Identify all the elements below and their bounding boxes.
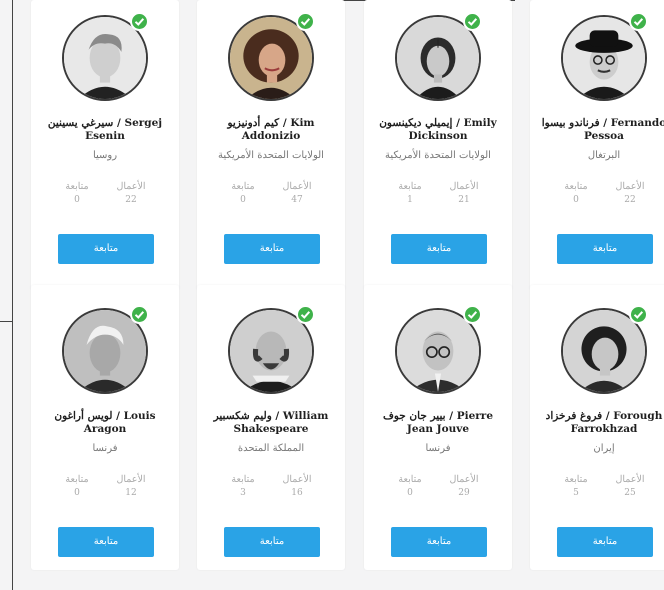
verified-check-icon [629,12,648,31]
works-count: 25 [624,488,636,498]
followers-label: متابعة [65,181,89,192]
works-stat: الأعمال 16 [275,473,319,500]
followers-stat: متابعة 0 [221,180,265,207]
poet-country: المملكة المتحدة [237,443,305,454]
poet-country: البرتغال [587,150,621,161]
follow-button[interactable]: متابعة [557,527,653,557]
poet-name[interactable]: فروغ فرخزاد / Forough Farrokhzad [536,410,664,436]
poet-name[interactable]: وليم شكسبير / William Shakespeare [203,410,339,436]
verified-check-icon [296,12,315,31]
poet-name[interactable]: لويس أراغون / Louis Aragon [37,410,173,436]
poet-name[interactable]: إيميلي ديكينسون / Emily Dickinson [370,117,506,143]
verified-check-icon [629,305,648,324]
poet-country: فرنسا [425,443,451,454]
follow-button[interactable]: متابعة [557,234,653,264]
followers-stat: متابعة 5 [554,473,598,500]
followers-count: 5 [573,488,579,498]
poet-name[interactable]: سيرغي يسينين / Sergej Esenin [37,117,173,143]
poet-name[interactable]: فرناندو بيسوا / Fernando Pessoa [536,117,664,143]
poet-name[interactable]: كيم أدونيزيو / Kim Addonizio [203,117,339,143]
follow-button[interactable]: متابعة [391,527,487,557]
poet-card[interactable]: فروغ فرخزاد / Forough Farrokhzad إيران ا… [530,285,664,570]
followers-count: 0 [573,195,579,205]
follow-button[interactable]: متابعة [224,234,320,264]
followers-count: 0 [74,195,80,205]
frame-line-left [12,0,13,321]
poet-card[interactable]: لويس أراغون / Louis Aragon فرنسا الأعمال… [31,285,179,570]
poet-country: الولايات المتحدة الأمريكية [218,150,324,161]
followers-label: متابعة [564,474,588,485]
poet-country: روسيا [92,150,118,161]
works-count: 47 [291,195,303,205]
works-label: الأعمال [282,474,312,485]
works-label: الأعمال [116,474,146,485]
poet-name[interactable]: بيير جان جوف / Pierre Jean Jouve [370,410,506,436]
works-label: الأعمال [615,474,645,485]
poet-country: الولايات المتحدة الأمريكية [385,150,491,161]
follow-button[interactable]: متابعة [58,234,154,264]
works-stat: الأعمال 21 [442,180,486,207]
works-label: الأعمال [449,181,479,192]
verified-check-icon [463,305,482,324]
works-count: 12 [125,488,137,498]
verified-check-icon [130,12,149,31]
frame-line-bottom-left [12,322,13,590]
works-count: 21 [458,195,470,205]
followers-stat: متابعة 0 [554,180,598,207]
followers-count: 0 [74,488,80,498]
works-stat: الأعمال 29 [442,473,486,500]
poet-card[interactable]: فرناندو بيسوا / Fernando Pessoa البرتغال… [530,0,664,290]
followers-label: متابعة [231,474,255,485]
works-stat: الأعمال 47 [275,180,319,207]
poet-card[interactable]: وليم شكسبير / William Shakespeare المملك… [197,285,345,570]
verified-check-icon [296,305,315,324]
follow-button[interactable]: متابعة [224,527,320,557]
follow-button[interactable]: متابعة [391,234,487,264]
works-count: 22 [125,195,137,205]
followers-count: 0 [240,195,246,205]
works-count: 22 [624,195,636,205]
works-stat: الأعمال 22 [109,180,153,207]
followers-label: متابعة [564,181,588,192]
poet-country: فرنسا [92,443,118,454]
follow-button[interactable]: متابعة [58,527,154,557]
followers-count: 1 [407,195,413,205]
works-label: الأعمال [116,181,146,192]
followers-stat: متابعة 3 [221,473,265,500]
verified-check-icon [463,12,482,31]
followers-stat: متابعة 1 [388,180,432,207]
works-count: 29 [458,488,470,498]
followers-label: متابعة [398,474,422,485]
followers-count: 0 [407,488,413,498]
works-stat: الأعمال 22 [608,180,652,207]
followers-stat: متابعة 0 [55,473,99,500]
works-stat: الأعمال 12 [109,473,153,500]
followers-label: متابعة [231,181,255,192]
poet-country: إيران [593,443,615,454]
followers-label: متابعة [398,181,422,192]
poet-card[interactable]: بيير جان جوف / Pierre Jean Jouve فرنسا ا… [364,285,512,570]
followers-label: متابعة [65,474,89,485]
works-stat: الأعمال 25 [608,473,652,500]
works-count: 16 [291,488,303,498]
works-label: الأعمال [282,181,312,192]
poet-card[interactable]: سيرغي يسينين / Sergej Esenin روسيا الأعم… [31,0,179,290]
followers-count: 3 [240,488,246,498]
poet-card[interactable]: إيميلي ديكينسون / Emily Dickinson الولاي… [364,0,512,290]
followers-stat: متابعة 0 [55,180,99,207]
works-label: الأعمال [615,181,645,192]
followers-stat: متابعة 0 [388,473,432,500]
verified-check-icon [130,305,149,324]
works-label: الأعمال [449,474,479,485]
poet-card[interactable]: كيم أدونيزيو / Kim Addonizio الولايات ال… [197,0,345,290]
